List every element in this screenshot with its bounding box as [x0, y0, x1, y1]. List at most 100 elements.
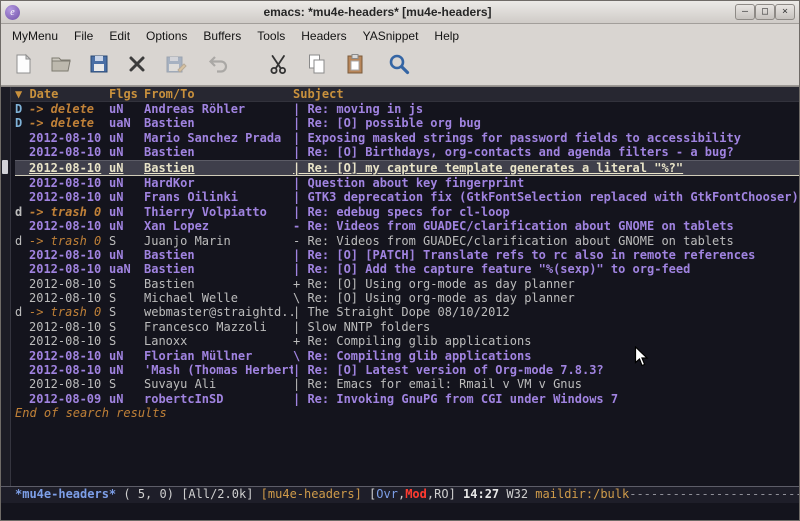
echo-area: [1, 503, 799, 520]
message-row[interactable]: 2012-08-10uNFlorian Müllner\ Re: Compili…: [15, 349, 799, 363]
subject-cell: | Re: [O] Birthdays, org-contacts and ag…: [293, 145, 799, 159]
from-cell: Suvayu Ali: [144, 377, 293, 391]
flags-cell: uN: [109, 248, 144, 262]
message-row[interactable]: d-> trash 0Swebmaster@straightd...| The …: [15, 305, 799, 319]
message-row[interactable]: 2012-08-09uNrobertcInSD| Re: Invoking Gn…: [15, 392, 799, 406]
menu-headers[interactable]: Headers: [293, 26, 354, 46]
search-button[interactable]: [385, 52, 413, 80]
message-row[interactable]: 2012-08-10uaNBastien| Re: [O] Add the ca…: [15, 262, 799, 276]
menu-mymenu[interactable]: MyMenu: [4, 26, 66, 46]
from-cell: Bastien: [144, 248, 293, 262]
menu-edit[interactable]: Edit: [101, 26, 138, 46]
message-row[interactable]: d-> trash 0uNThierry Volpiatto| Re: edeb…: [15, 205, 799, 219]
menu-file[interactable]: File: [66, 26, 101, 46]
message-row[interactable]: 2012-08-10SFrancesco Mazzoli| Slow NNTP …: [15, 320, 799, 334]
menu-tools[interactable]: Tools: [249, 26, 293, 46]
maximize-button[interactable]: □: [755, 4, 775, 20]
message-row[interactable]: 2012-08-10uNHardKor| Question about key …: [15, 176, 799, 190]
menu-yasnippet[interactable]: YASnippet: [355, 26, 427, 46]
message-row[interactable]: 2012-08-10SLanoxx+ Re: Compiling glib ap…: [15, 334, 799, 348]
mark-cell: [15, 145, 29, 159]
subject-cell: | Re: [O] Add the capture feature "%(sex…: [293, 262, 799, 276]
close-button[interactable]: ×: [775, 4, 795, 20]
subject-cell: | Re: [O] Latest version of Org-mode 7.8…: [293, 363, 799, 377]
subject-cell: | GTK3 deprecation fix (GtkFontSelection…: [293, 190, 799, 204]
modeline-segment: 14:27: [463, 487, 506, 501]
end-of-results: End of search results: [15, 406, 799, 420]
message-row[interactable]: 2012-08-10SMichael Welle\ Re: [O] Using …: [15, 291, 799, 305]
mark-cell: [15, 176, 29, 190]
flags-cell: uN: [109, 161, 144, 175]
message-row[interactable]: D-> deleteuaNBastien| Re: [O] possible o…: [15, 116, 799, 130]
kill-buffer-button[interactable]: [123, 52, 151, 80]
date-cell: 2012-08-10: [29, 377, 109, 391]
mark-cell: d: [15, 234, 29, 248]
mark-cell: d: [15, 205, 29, 219]
save-icon: [87, 52, 111, 80]
from-cell: HardKor: [144, 176, 293, 190]
save-as-icon: [163, 52, 187, 80]
subject-cell: | Re: Invoking GnuPG from CGI under Wind…: [293, 392, 799, 406]
message-row[interactable]: 2012-08-10uN'Mash (Thomas Herbert)| Re: …: [15, 363, 799, 377]
window-title: emacs: *mu4e-headers* [mu4e-headers]: [24, 5, 731, 19]
from-cell: Bastien: [144, 277, 293, 291]
headers-buffer: ▼ Date Flgs From/To Subject D-> deleteuN…: [11, 87, 799, 486]
column-subject[interactable]: Subject: [293, 87, 799, 101]
scrollbar-thumb[interactable]: [2, 160, 8, 174]
cut-icon: [267, 52, 291, 80]
date-cell: 2012-08-10: [29, 145, 109, 159]
flags-cell: uN: [109, 131, 144, 145]
column-from[interactable]: From/To: [144, 87, 293, 101]
modeline-segment: ( 5, 0): [116, 487, 181, 501]
message-row[interactable]: 2012-08-10uNXan Lopez- Re: Videos from G…: [15, 219, 799, 233]
minimize-button[interactable]: –: [735, 4, 755, 20]
date-cell: -> trash 0: [29, 234, 109, 248]
menu-buffers[interactable]: Buffers: [195, 26, 249, 46]
message-row[interactable]: 2012-08-10uNMario Sanchez Prada| Exposin…: [15, 131, 799, 145]
subject-cell: | Re: [O] [PATCH] Translate refs to rc a…: [293, 248, 799, 262]
message-row[interactable]: 2012-08-10uNFrans Oilinki| GTK3 deprecat…: [15, 190, 799, 204]
message-row[interactable]: 2012-08-10uNBastien| Re: [O] my capture …: [15, 160, 799, 176]
tool-bar: [1, 47, 799, 86]
date-cell: 2012-08-10: [29, 190, 109, 204]
menu-options[interactable]: Options: [138, 26, 195, 46]
from-cell: Bastien: [144, 116, 293, 130]
mark-cell: [15, 161, 29, 175]
save-button[interactable]: [85, 52, 113, 80]
flags-cell: uN: [109, 145, 144, 159]
flags-cell: S: [109, 291, 144, 305]
from-cell: Frans Oilinki: [144, 190, 293, 204]
new-file-button[interactable]: [9, 52, 37, 80]
mark-cell: [15, 377, 29, 391]
message-row[interactable]: 2012-08-10SSuvayu Ali| Re: Emacs for ema…: [15, 377, 799, 391]
menu-help[interactable]: Help: [426, 26, 467, 46]
from-cell: Juanjo Marin: [144, 234, 293, 248]
message-row[interactable]: 2012-08-10uNBastien| Re: [O] [PATCH] Tra…: [15, 248, 799, 262]
modeline-segment: Ovr: [376, 487, 398, 501]
date-cell: 2012-08-09: [29, 392, 109, 406]
copy-button[interactable]: [303, 52, 331, 80]
message-list: D-> deleteuNAndreas Röhler| Re: moving i…: [15, 102, 799, 406]
message-row[interactable]: 2012-08-10uNBastien| Re: [O] Birthdays, …: [15, 145, 799, 159]
date-cell: -> delete: [29, 116, 109, 130]
message-row[interactable]: 2012-08-10SBastien+ Re: [O] Using org-mo…: [15, 277, 799, 291]
open-file-button[interactable]: [47, 52, 75, 80]
modeline-segment: RO: [434, 487, 448, 501]
modeline-segment: Mod: [405, 487, 427, 501]
message-row[interactable]: d-> trash 0SJuanjo Marin- Re: Videos fro…: [15, 234, 799, 248]
from-cell: Xan Lopez: [144, 219, 293, 233]
mark-cell: [15, 392, 29, 406]
flags-cell: S: [109, 334, 144, 348]
column-flags[interactable]: Flgs: [109, 87, 144, 101]
flags-cell: S: [109, 277, 144, 291]
paste-button[interactable]: [341, 52, 369, 80]
date-cell: 2012-08-10: [29, 248, 109, 262]
title-bar[interactable]: e emacs: *mu4e-headers* [mu4e-headers] –…: [1, 1, 799, 24]
cut-button[interactable]: [265, 52, 293, 80]
scrollbar-track[interactable]: [1, 87, 11, 486]
sort-column-date[interactable]: ▼ Date: [15, 87, 109, 101]
subject-cell: | Question about key fingerprint: [293, 176, 799, 190]
date-cell: 2012-08-10: [29, 161, 109, 175]
date-cell: 2012-08-10: [29, 349, 109, 363]
message-row[interactable]: D-> deleteuNAndreas Röhler| Re: moving i…: [15, 102, 799, 116]
